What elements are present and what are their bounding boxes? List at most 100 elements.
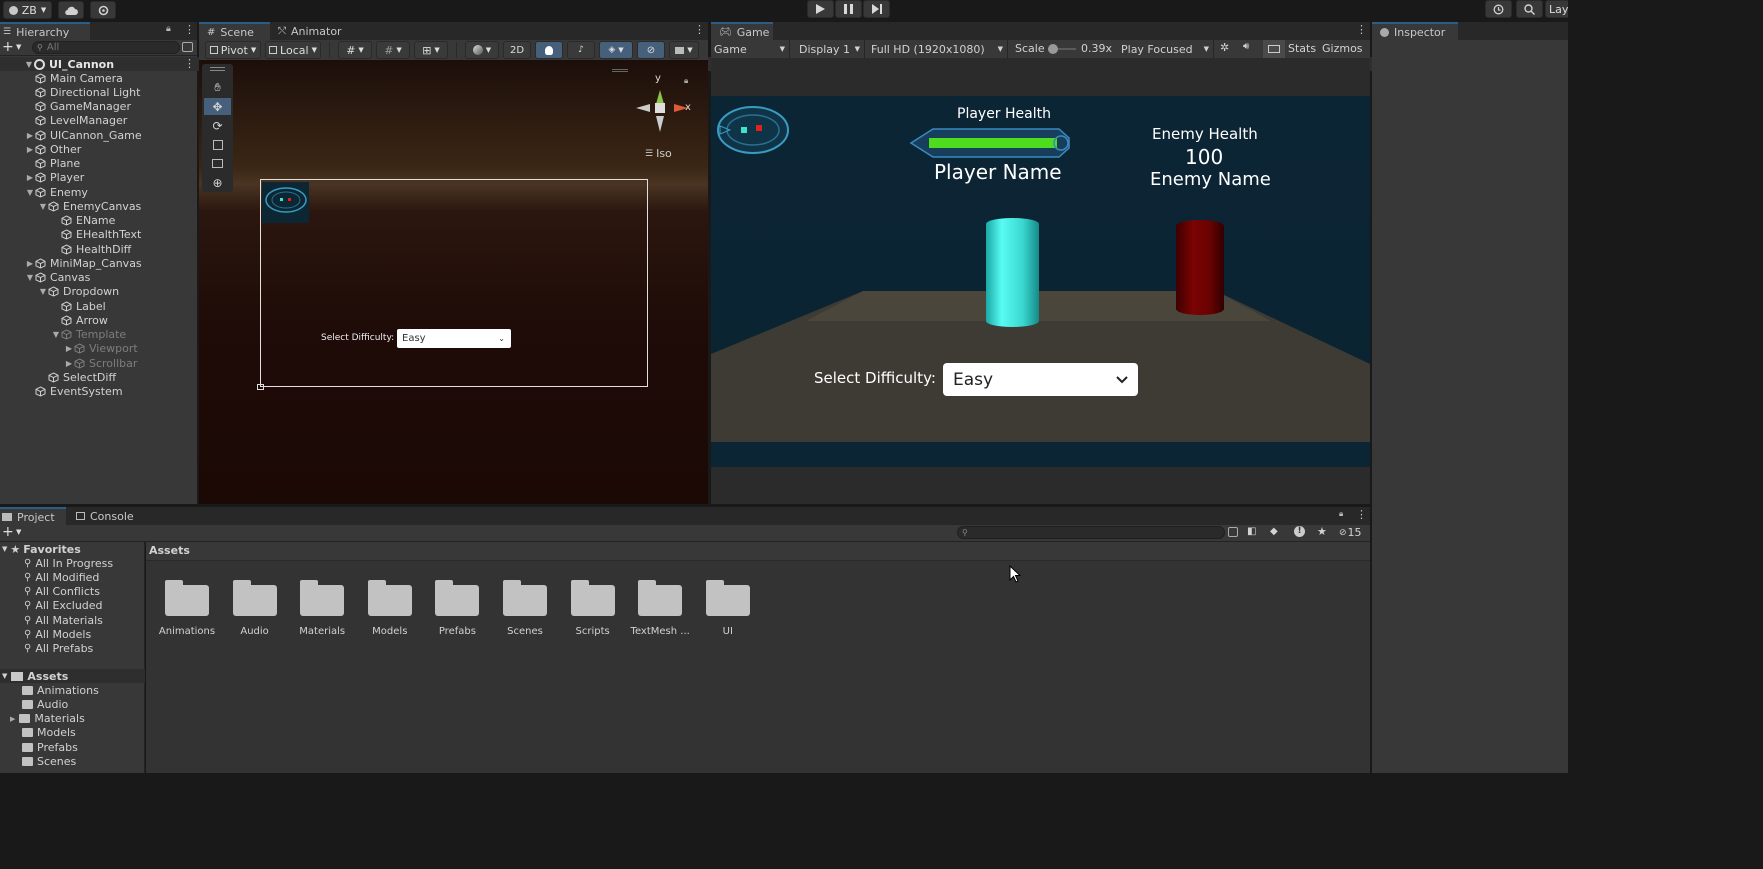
- star-icon[interactable]: ★: [1317, 525, 1327, 538]
- canvas-rect-outline[interactable]: [260, 179, 648, 387]
- asset-folder[interactable]: Animations: [157, 580, 217, 637]
- favorites-header[interactable]: ▼ ★ Favorites: [0, 542, 81, 556]
- search-scope-icon[interactable]: [1228, 527, 1238, 537]
- hidden-objects-toggle[interactable]: ⊘: [637, 41, 665, 59]
- project-create-button[interactable]: + ▼: [2, 525, 21, 539]
- chevron-down-icon[interactable]: ▼: [51, 330, 61, 339]
- favorite-item[interactable]: ⚲ All Conflicts: [0, 585, 100, 599]
- favorite-item[interactable]: ⚲ All Materials: [0, 613, 103, 627]
- increment-snap-button[interactable]: ⊞ ▼: [414, 41, 448, 59]
- game-difficulty-dropdown[interactable]: Easy: [943, 363, 1138, 396]
- chevron-right-icon[interactable]: ▶: [25, 259, 35, 268]
- account-button[interactable]: ZB ▼: [3, 1, 52, 19]
- asset-tree-item[interactable]: Models: [0, 726, 76, 740]
- asset-tree-item[interactable]: Audio: [0, 697, 68, 711]
- asset-folder[interactable]: Models: [360, 580, 420, 637]
- asset-folder[interactable]: Prefabs: [427, 580, 487, 637]
- asset-tree-item[interactable]: ▶ Materials: [0, 712, 85, 726]
- lighting-toggle[interactable]: [535, 41, 563, 59]
- favorite-item[interactable]: ⚲ All Prefabs: [0, 642, 93, 656]
- gizmo-lock-icon[interactable]: 🔒︎: [684, 76, 688, 86]
- audio-toggle[interactable]: ♪: [567, 41, 595, 59]
- chevron-down-icon[interactable]: ▼: [24, 60, 34, 69]
- hierarchy-search-input[interactable]: ⚲ All: [32, 41, 180, 54]
- cloud-button[interactable]: [58, 1, 84, 19]
- chevron-down-icon[interactable]: ▼: [25, 273, 35, 282]
- stats-button[interactable]: Stats: [1288, 42, 1316, 55]
- game-kebab-icon[interactable]: ⋮: [1356, 23, 1367, 36]
- asset-folder[interactable]: Materials: [292, 580, 352, 637]
- breadcrumb[interactable]: Assets: [149, 544, 190, 557]
- favorite-item[interactable]: ⚲ All Modified: [0, 570, 99, 584]
- tab-hierarchy[interactable]: ☰ Hierarchy: [0, 22, 90, 40]
- keyboard-toggle[interactable]: [1263, 40, 1285, 58]
- scale-tool-button[interactable]: [204, 136, 231, 153]
- lock-icon[interactable]: 🔒︎: [166, 24, 171, 34]
- chevron-right-icon[interactable]: ▶: [25, 131, 35, 140]
- asset-tree-item[interactable]: Animations: [0, 683, 99, 697]
- search-button[interactable]: [1516, 0, 1543, 18]
- filter-type-icon[interactable]: ◧: [1247, 526, 1256, 537]
- canvas-rect-handle[interactable]: [257, 384, 264, 390]
- search-filter-icon[interactable]: [182, 42, 193, 52]
- grid-snap-button[interactable]: # ▼: [338, 41, 372, 59]
- gizmos-button[interactable]: Gizmos: [1322, 42, 1363, 55]
- pause-button[interactable]: [835, 0, 862, 18]
- favorite-item[interactable]: ⚲ All Excluded: [0, 599, 103, 613]
- grid-settings-button[interactable]: # ▼: [376, 41, 410, 59]
- tab-game[interactable]: 🎮︎ Game: [711, 22, 773, 40]
- chevron-right-icon[interactable]: ▶: [25, 173, 35, 182]
- scene-difficulty-dropdown[interactable]: Easy ⌄: [397, 329, 511, 348]
- step-button[interactable]: [863, 0, 890, 18]
- asset-folder[interactable]: Scripts: [563, 580, 623, 637]
- hidden-packages-toggle[interactable]: ⊘ 15: [1339, 526, 1362, 539]
- effects-dropdown[interactable]: ◈ ▼: [599, 41, 633, 59]
- palette-handle[interactable]: [210, 67, 225, 71]
- speaker-icon[interactable]: 🔊︎: [1243, 41, 1249, 52]
- project-kebab-icon[interactable]: ⋮: [1356, 508, 1367, 521]
- tab-inspector[interactable]: Inspector: [1372, 22, 1458, 40]
- play-mode-dropdown[interactable]: Play Focused ▼: [1117, 40, 1214, 58]
- chevron-right-icon[interactable]: ▶: [64, 359, 74, 368]
- rotate-tool-button[interactable]: ⟳: [204, 117, 231, 134]
- scene-kebab-icon[interactable]: ⋮: [694, 23, 705, 36]
- local-dropdown[interactable]: Local ▼: [265, 41, 321, 59]
- asset-folder[interactable]: UI: [698, 580, 758, 637]
- hand-tool-button[interactable]: ✋︎: [204, 79, 231, 96]
- collab-button[interactable]: [90, 1, 116, 19]
- tab-console[interactable]: Console: [68, 507, 142, 525]
- warning-icon[interactable]: !: [1294, 526, 1305, 537]
- scale-slider[interactable]: [1048, 44, 1076, 54]
- move-tool-button[interactable]: ✥: [204, 98, 231, 115]
- favorite-item[interactable]: ⚲ All Models: [0, 628, 91, 642]
- game-render[interactable]: Player Health Player Name Enemy Health 1…: [711, 96, 1370, 467]
- camera-dropdown[interactable]: ▼: [669, 41, 699, 59]
- rect-tool-button[interactable]: [204, 155, 231, 172]
- asset-tree-item[interactable]: Scenes: [0, 755, 76, 769]
- asset-tree-item[interactable]: Prefabs: [0, 740, 78, 754]
- asset-folder[interactable]: TextMesh ...: [630, 580, 690, 637]
- scene-kebab-icon[interactable]: ⋮: [184, 57, 195, 70]
- history-button[interactable]: [1485, 0, 1512, 18]
- tab-animator[interactable]: ⤲ Animator: [270, 22, 350, 40]
- chevron-right-icon[interactable]: ▶: [25, 145, 35, 154]
- project-search-input[interactable]: ⚲: [957, 526, 1225, 539]
- layout-dropdown[interactable]: Lay: [1545, 0, 1568, 18]
- chevron-down-icon[interactable]: ▼: [38, 202, 48, 211]
- display-dropdown[interactable]: Display 1 ▼: [794, 40, 865, 58]
- bug-icon[interactable]: ✲: [1220, 41, 1229, 54]
- iso-toggle[interactable]: ☰ Iso: [645, 147, 672, 160]
- draw-mode-dropdown[interactable]: ▼: [465, 41, 499, 59]
- resolution-dropdown[interactable]: Full HD (1920x1080) ▼: [866, 40, 1008, 58]
- create-button[interactable]: + ▼: [2, 40, 21, 54]
- toolbar-grip[interactable]: [612, 69, 628, 72]
- view-type-dropdown[interactable]: Game ▼: [711, 40, 790, 58]
- chevron-right-icon[interactable]: ▶: [10, 715, 15, 723]
- mode-2d-button[interactable]: 2D: [503, 41, 531, 59]
- chevron-down-icon[interactable]: ▼: [25, 188, 35, 197]
- favorite-item[interactable]: ⚲ All In Progress: [0, 556, 113, 570]
- asset-folder[interactable]: Scenes: [495, 580, 555, 637]
- asset-folder[interactable]: Audio: [225, 580, 285, 637]
- kebab-icon[interactable]: ⋮: [184, 23, 195, 36]
- chevron-down-icon[interactable]: ▼: [38, 287, 48, 296]
